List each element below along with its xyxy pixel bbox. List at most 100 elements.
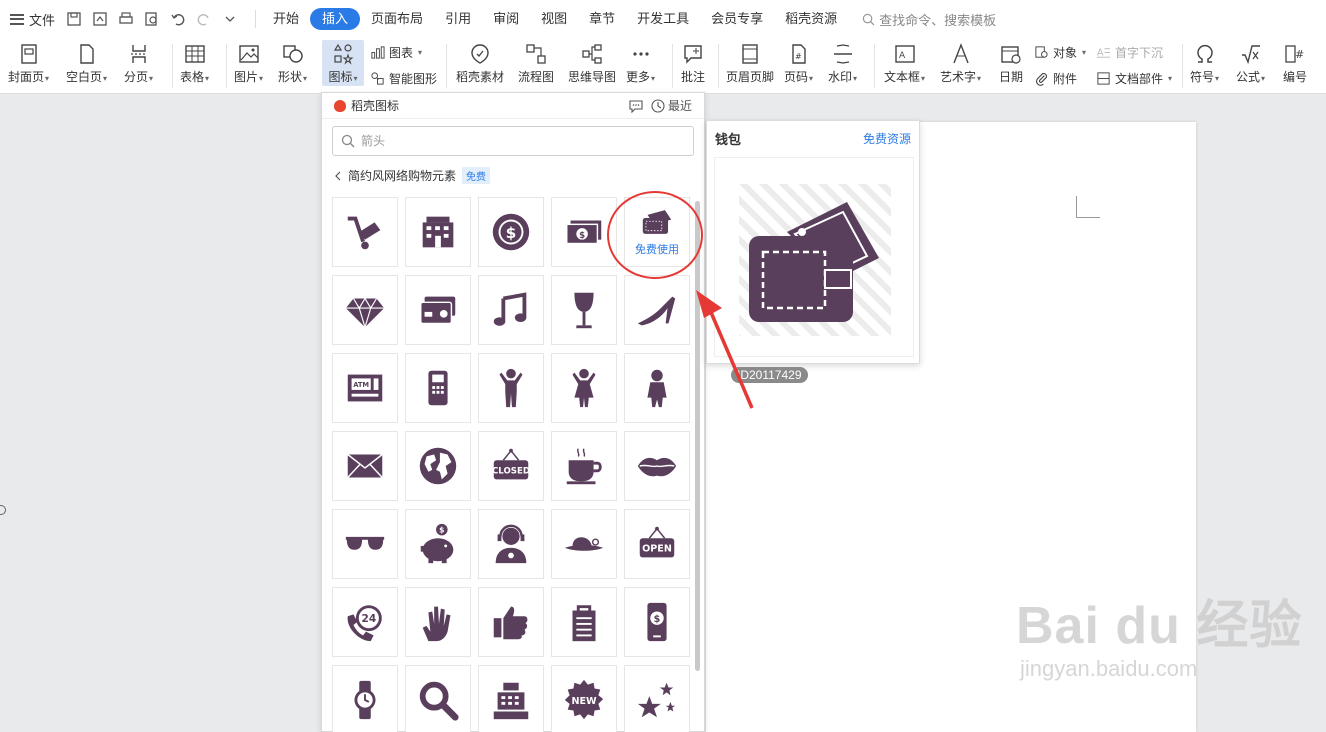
formula-button[interactable]: 公式▾ xyxy=(1236,40,1265,86)
icon-search-input[interactable] xyxy=(361,134,661,148)
symbol-button[interactable]: 符号▾ xyxy=(1190,40,1219,86)
doc-parts-button[interactable]: 文档部件 ▾ xyxy=(1096,70,1172,87)
stars-icon xyxy=(637,682,676,718)
free-resource-link[interactable]: 免费资源 xyxy=(863,130,911,147)
music-note-icon xyxy=(493,292,527,326)
support-agent-icon xyxy=(495,524,527,564)
feedback-icon[interactable] xyxy=(629,99,643,113)
tab-review[interactable]: 审阅 xyxy=(482,8,530,30)
tab-start[interactable]: 开始 xyxy=(262,8,310,30)
icon-cell[interactable] xyxy=(332,275,398,345)
tab-reference[interactable]: 引用 xyxy=(434,8,482,30)
numbering-button[interactable]: # 编号 xyxy=(1282,40,1308,86)
command-search[interactable]: 查找命令、搜索模板 xyxy=(862,10,996,29)
icon-cell[interactable] xyxy=(405,587,471,657)
icon-cell[interactable]: NEW xyxy=(551,665,617,732)
more-icon xyxy=(628,40,654,68)
picture-button[interactable]: 图片▾ xyxy=(234,40,263,86)
drop-cap-button[interactable]: A 首字下沉 xyxy=(1096,44,1163,61)
icon-cell[interactable] xyxy=(551,587,617,657)
icon-cell[interactable] xyxy=(624,431,690,501)
svg-text:OPEN: OPEN xyxy=(642,544,672,555)
tab-insert[interactable]: 插入 xyxy=(310,8,361,30)
icon-search-box[interactable] xyxy=(332,126,694,156)
page-number-button[interactable]: # 页码▾ xyxy=(784,40,813,86)
man-icon xyxy=(499,368,523,408)
more-button[interactable]: 更多▾ xyxy=(626,40,655,86)
hand-icon xyxy=(422,606,451,642)
cover-page-button[interactable]: 封面页▾ xyxy=(8,40,49,86)
tab-developer[interactable]: 开发工具 xyxy=(626,8,700,30)
icon-cell[interactable] xyxy=(624,665,690,732)
flowchart-button[interactable]: 流程图 xyxy=(518,40,554,86)
save-icon[interactable] xyxy=(65,10,83,28)
print-preview-icon[interactable] xyxy=(143,10,161,28)
icon-cell[interactable]: OPEN xyxy=(624,509,690,579)
icon-cell[interactable] xyxy=(405,275,471,345)
header-footer-button[interactable]: 页眉页脚 xyxy=(726,40,774,86)
customize-chevron-icon[interactable] xyxy=(221,10,239,28)
icon-cell[interactable] xyxy=(624,353,690,423)
icon-cell[interactable]: CLOSED xyxy=(478,431,544,501)
comment-button[interactable]: 批注 xyxy=(680,40,706,86)
undo-icon[interactable] xyxy=(169,10,187,28)
file-menu[interactable]: 文件 xyxy=(10,10,55,29)
icon-cell[interactable] xyxy=(551,431,617,501)
icon-cell[interactable] xyxy=(405,353,471,423)
tab-member[interactable]: 会员专享 xyxy=(700,8,774,30)
icon-cell[interactable] xyxy=(478,509,544,579)
icon-cell[interactable]: ATM xyxy=(332,353,398,423)
icon-cell[interactable] xyxy=(332,509,398,579)
mindmap-button[interactable]: 思维导图 xyxy=(568,40,616,86)
icon-cell[interactable] xyxy=(405,197,471,267)
page-break-button[interactable]: 分页▾ xyxy=(124,40,153,86)
icon-cell[interactable]: 24 xyxy=(332,587,398,657)
redo-icon[interactable] xyxy=(195,10,213,28)
icon-cell[interactable] xyxy=(405,665,471,732)
credit-card-icon xyxy=(420,296,456,325)
child-icon xyxy=(647,369,667,408)
icon-cell[interactable] xyxy=(478,353,544,423)
tab-docer[interactable]: 稻壳资源 xyxy=(774,8,848,30)
date-button[interactable]: 日期 xyxy=(998,40,1024,86)
icon-cell[interactable] xyxy=(405,431,471,501)
icon-cell[interactable] xyxy=(624,275,690,345)
wordart-button[interactable]: 艺术字▾ xyxy=(940,40,981,86)
svg-text:$: $ xyxy=(579,231,585,241)
icon-cell[interactable]: $ xyxy=(478,197,544,267)
icon-cell[interactable] xyxy=(478,665,544,732)
icon-cell[interactable]: $ xyxy=(405,509,471,579)
object-button[interactable]: 对象 ▾ xyxy=(1034,44,1086,61)
breadcrumb[interactable]: 简约风网络购物元素 免费 xyxy=(334,167,491,184)
smartart-button[interactable]: 智能图形 xyxy=(370,70,437,87)
coffee-cup-icon xyxy=(566,448,602,485)
tab-view[interactable]: 视图 xyxy=(530,8,578,30)
icon-cell[interactable] xyxy=(551,353,617,423)
icon-cell[interactable]: $ xyxy=(624,587,690,657)
chart-button[interactable]: 图表 ▾ xyxy=(370,44,422,61)
icon-cell[interactable] xyxy=(332,665,398,732)
icon-cell[interactable] xyxy=(478,275,544,345)
export-pdf-icon[interactable] xyxy=(91,10,109,28)
ribbon-divider xyxy=(672,44,673,88)
panel-scrollbar[interactable] xyxy=(695,201,700,671)
icon-cell[interactable] xyxy=(332,431,398,501)
blank-page-button[interactable]: 空白页▾ xyxy=(66,40,107,86)
print-icon[interactable] xyxy=(117,10,135,28)
icon-cell[interactable] xyxy=(332,197,398,267)
textbox-button[interactable]: A 文本框▾ xyxy=(884,40,925,86)
tab-layout[interactable]: 页面布局 xyxy=(360,8,434,30)
tab-section[interactable]: 章节 xyxy=(578,8,626,30)
icon-button[interactable]: 图标▾ xyxy=(322,40,364,86)
table-button[interactable]: 表格▾ xyxy=(180,40,209,86)
hamburger-icon xyxy=(10,13,24,25)
icon-cell[interactable] xyxy=(551,275,617,345)
page-edge-marker xyxy=(0,505,6,515)
icon-cell[interactable] xyxy=(551,509,617,579)
docer-material-button[interactable]: 稻壳素材 xyxy=(456,40,504,86)
icon-cell[interactable] xyxy=(478,587,544,657)
attachment-button[interactable]: 附件 xyxy=(1034,70,1077,87)
recent-button[interactable]: 最近 xyxy=(651,97,692,114)
shape-button[interactable]: 形状▾ xyxy=(278,40,307,86)
watermark-button[interactable]: 水印▾ xyxy=(828,40,857,86)
